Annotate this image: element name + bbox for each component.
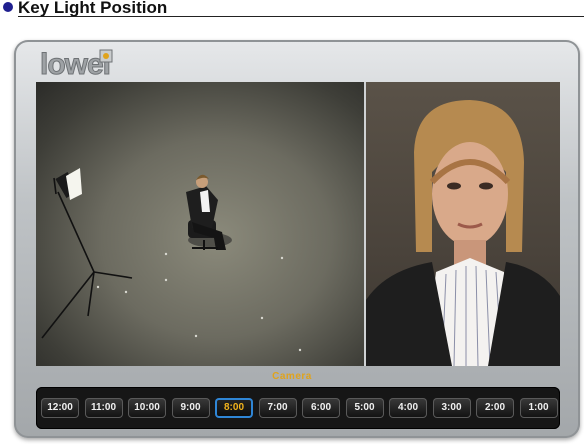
camera-portrait-image — [366, 82, 560, 366]
page-header: Key Light Position — [0, 0, 584, 20]
time-button-100[interactable]: 1:00 — [519, 398, 558, 418]
time-button-900[interactable]: 9:00 — [171, 398, 210, 418]
time-button-600[interactable]: 6:00 — [302, 398, 340, 418]
time-button-200[interactable]: 2:00 — [476, 398, 514, 418]
brand-logo: lowel — [40, 46, 118, 82]
time-selector-bar: 12:00 11:00 10:00 9:00 8:00 7:00 6:00 5:00 4:00 3… — [36, 387, 560, 429]
time-button-800[interactable]: 8:00 — [215, 398, 253, 418]
camera-label: Camera — [272, 371, 312, 382]
studio-scene-image — [36, 82, 364, 366]
time-button-1000[interactable]: 10:00 — [128, 398, 166, 418]
header-divider — [18, 16, 584, 17]
bullet-icon — [3, 2, 13, 12]
time-button-1200[interactable]: 12:00 — [41, 398, 79, 418]
key-light-icon — [41, 177, 133, 339]
time-button-700[interactable]: 7:00 — [258, 398, 297, 418]
model-figure — [186, 174, 232, 250]
time-button-1100[interactable]: 11:00 — [84, 398, 123, 418]
time-button-400[interactable]: 4:00 — [389, 398, 427, 418]
time-button-300[interactable]: 3:00 — [432, 398, 471, 418]
time-button-500[interactable]: 5:00 — [345, 398, 384, 418]
